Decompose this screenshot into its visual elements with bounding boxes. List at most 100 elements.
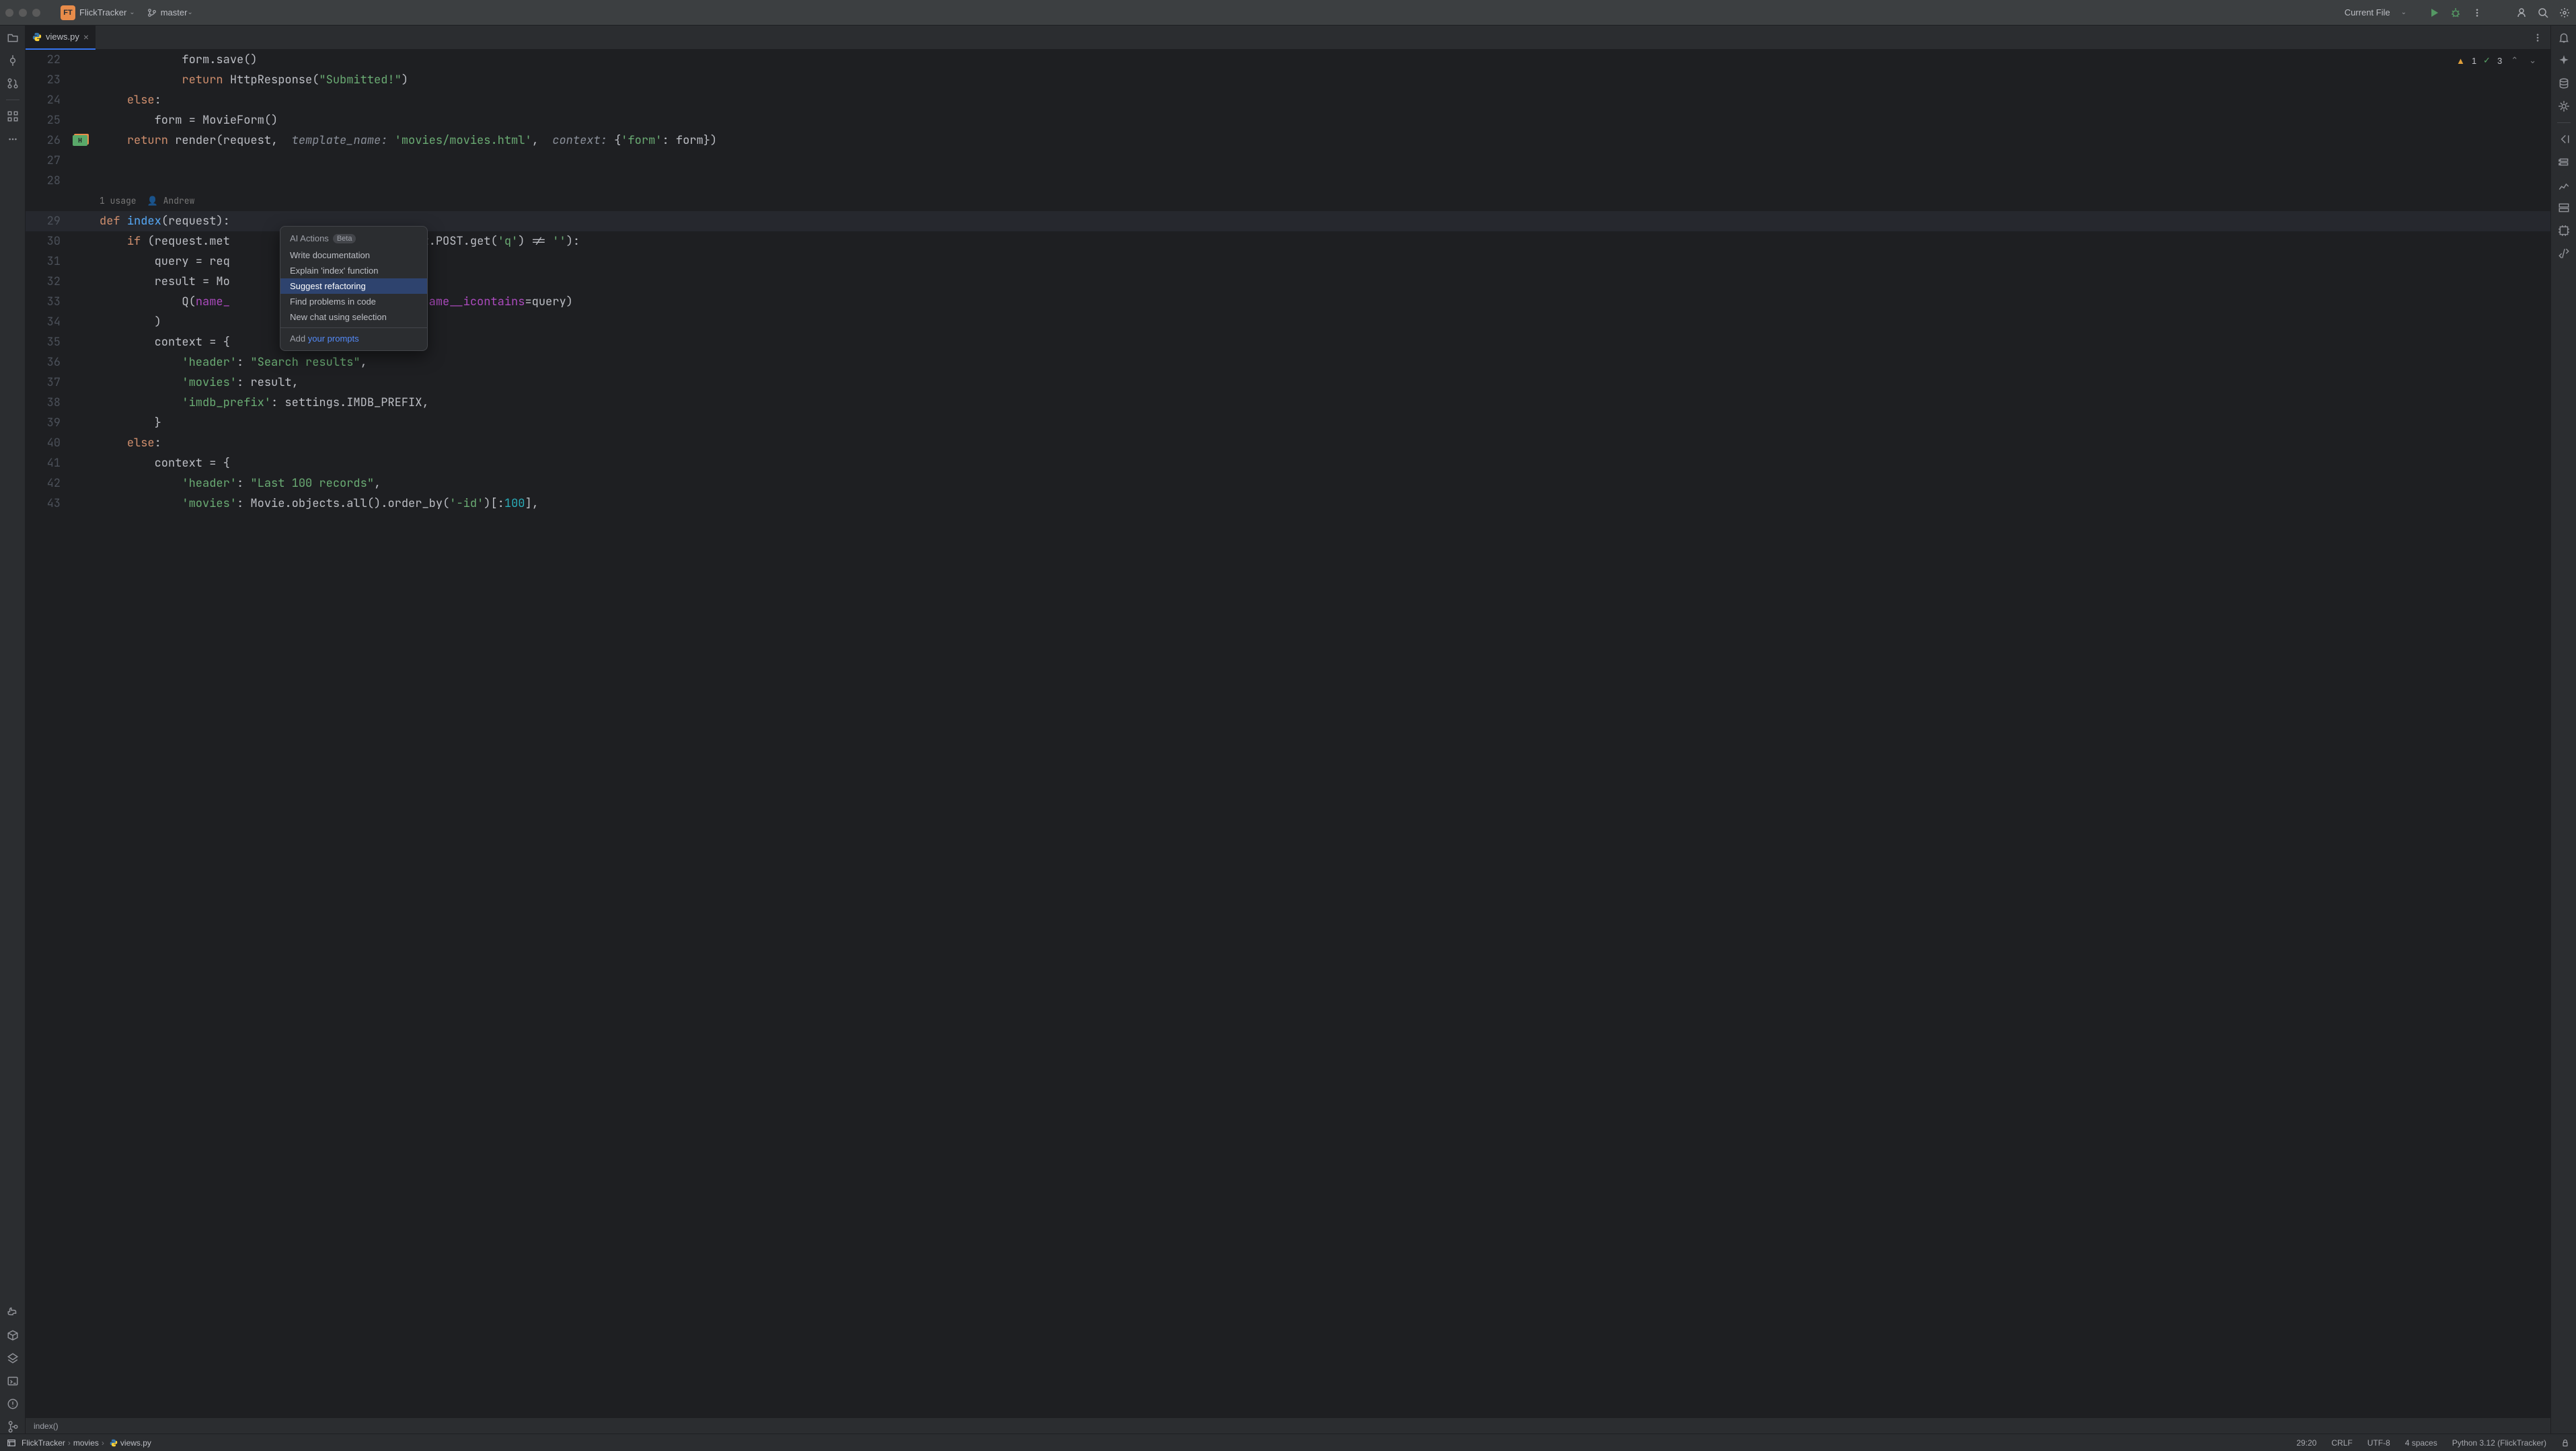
- gutter[interactable]: [73, 211, 100, 231]
- terminal-toolwindow-icon[interactable]: [6, 1374, 20, 1388]
- line-number[interactable]: 41: [26, 453, 73, 473]
- build-icon[interactable]: [2557, 247, 2571, 260]
- code-content[interactable]: else:: [100, 90, 2550, 110]
- search-icon[interactable]: [2537, 7, 2549, 19]
- close-window-button[interactable]: [5, 9, 13, 17]
- line-number[interactable]: 30: [26, 231, 73, 251]
- gutter[interactable]: [73, 494, 100, 514]
- line-number[interactable]: 38: [26, 393, 73, 413]
- code-with-me-icon[interactable]: [2515, 7, 2528, 19]
- line-number[interactable]: 24: [26, 90, 73, 110]
- code-content[interactable]: ): [100, 312, 2550, 332]
- gutter[interactable]: [73, 272, 100, 292]
- code-inlay-hints[interactable]: 1 usage 👤 Andrew: [26, 191, 2550, 211]
- code-content[interactable]: 'movies': Movie.objects.all().order_by('…: [100, 494, 2550, 514]
- code-content[interactable]: }: [100, 413, 2550, 433]
- gutter[interactable]: [73, 413, 100, 433]
- code-content[interactable]: return render(request, template_name: 'm…: [100, 130, 2550, 151]
- author-hint[interactable]: 👤 Andrew: [147, 191, 195, 211]
- line-number[interactable]: 25: [26, 110, 73, 130]
- gutter[interactable]: H: [73, 130, 100, 151]
- line-number[interactable]: 33: [26, 292, 73, 312]
- code-content[interactable]: query = req strip(): [100, 251, 2550, 272]
- line-number[interactable]: 36: [26, 352, 73, 372]
- line-number[interactable]: 35: [26, 332, 73, 352]
- code-content[interactable]: else:: [100, 433, 2550, 453]
- minimize-window-button[interactable]: [19, 9, 27, 17]
- indent-settings[interactable]: 4 spaces: [2405, 1438, 2437, 1448]
- code-content[interactable]: Q(name_ Q(alt_name__icontains=query): [100, 292, 2550, 312]
- gutter[interactable]: [73, 231, 100, 251]
- line-number[interactable]: 34: [26, 312, 73, 332]
- ai-assistant-icon[interactable]: [2557, 54, 2571, 67]
- gutter[interactable]: [73, 332, 100, 352]
- code-line[interactable]: 27: [26, 151, 2550, 171]
- bookmarks-icon[interactable]: [2557, 155, 2571, 169]
- gutter[interactable]: [73, 393, 100, 413]
- python-console-icon[interactable]: [6, 1306, 20, 1319]
- toolwindows-toggle-icon[interactable]: [7, 1438, 16, 1448]
- code-line[interactable]: 26H return render(request, template_name…: [26, 130, 2550, 151]
- code-content[interactable]: form.save(): [100, 50, 2550, 70]
- vcs-branch[interactable]: master: [161, 7, 188, 17]
- code-line[interactable]: 24 else:: [26, 90, 2550, 110]
- line-number[interactable]: 23: [26, 70, 73, 90]
- chevron-down-icon[interactable]: ⌄: [187, 9, 192, 16]
- code-line[interactable]: 38 'imdb_prefix': settings.IMDB_PREFIX,: [26, 393, 2550, 413]
- usages-hint[interactable]: 1 usage: [100, 191, 137, 211]
- more-toolwindows-icon[interactable]: [6, 132, 20, 146]
- chevron-down-icon[interactable]: ⌄: [129, 9, 135, 16]
- line-number[interactable]: 39: [26, 413, 73, 433]
- line-number[interactable]: 29: [26, 211, 73, 231]
- gutter[interactable]: [73, 110, 100, 130]
- structure-toolwindow-icon[interactable]: [6, 110, 20, 123]
- code-content[interactable]: 'header': "Search results",: [100, 352, 2550, 372]
- code-content[interactable]: context = {: [100, 453, 2550, 473]
- project-toolwindow-icon[interactable]: [6, 31, 20, 44]
- line-number[interactable]: 27: [26, 151, 73, 171]
- popup-item-find-problems[interactable]: Find problems in code: [280, 294, 427, 309]
- code-content[interactable]: form = MovieForm(): [100, 110, 2550, 130]
- code-content[interactable]: result = Mo: [100, 272, 2550, 292]
- code-content[interactable]: [100, 151, 2550, 171]
- crumb-project[interactable]: FlickTracker: [22, 1438, 65, 1448]
- gutter[interactable]: [73, 70, 100, 90]
- add-prompts-link[interactable]: your prompts: [308, 334, 359, 344]
- readonly-lock-icon[interactable]: [2561, 1439, 2569, 1447]
- breadcrumb-function[interactable]: index(): [26, 1417, 2550, 1434]
- close-tab-button[interactable]: ×: [83, 32, 89, 42]
- popup-item-new-chat[interactable]: New chat using selection: [280, 309, 427, 325]
- chevron-down-icon[interactable]: ⌄: [2401, 9, 2407, 16]
- code-line[interactable]: 23 return HttpResponse("Submitted!"): [26, 70, 2550, 90]
- gutter[interactable]: [73, 292, 100, 312]
- code-line[interactable]: 36 'header': "Search results",: [26, 352, 2550, 372]
- sciview-icon[interactable]: [2557, 100, 2571, 113]
- gutter[interactable]: [73, 90, 100, 110]
- code-content[interactable]: if (request.met (request.POST.get('q') !…: [100, 231, 2550, 251]
- code-line[interactable]: 43 'movies': Movie.objects.all().order_b…: [26, 494, 2550, 514]
- code-content[interactable]: 'header': "Last 100 records",: [100, 473, 2550, 494]
- code-line[interactable]: 22 form.save(): [26, 50, 2550, 70]
- line-number[interactable]: 37: [26, 372, 73, 393]
- code-content[interactable]: context = {: [100, 332, 2550, 352]
- popup-item-suggest-refactoring[interactable]: Suggest refactoring: [280, 278, 427, 294]
- popup-item-explain-function[interactable]: Explain 'index' function: [280, 263, 427, 278]
- code-line[interactable]: 39 }: [26, 413, 2550, 433]
- version-control-toolwindow-icon[interactable]: [6, 1420, 20, 1434]
- gutter-override-icon[interactable]: H: [73, 135, 87, 146]
- line-number[interactable]: 28: [26, 171, 73, 191]
- code-line[interactable]: 28: [26, 171, 2550, 191]
- gutter[interactable]: [73, 372, 100, 393]
- code-editor[interactable]: ▲ 1 ✓ 3 ⌃ ⌄ 22 form.save()23 return Http…: [26, 50, 2550, 1417]
- code-line[interactable]: 37 'movies': result,: [26, 372, 2550, 393]
- debug-button[interactable]: [2450, 7, 2462, 19]
- code-content[interactable]: return HttpResponse("Submitted!"): [100, 70, 2550, 90]
- cursor-position[interactable]: 29:20: [2296, 1438, 2316, 1448]
- project-badge[interactable]: FT: [61, 5, 75, 20]
- gutter[interactable]: [73, 151, 100, 171]
- gutter[interactable]: [73, 473, 100, 494]
- crumb-file[interactable]: views.py: [120, 1438, 151, 1448]
- gutter[interactable]: [73, 251, 100, 272]
- project-name[interactable]: FlickTracker: [79, 7, 126, 17]
- code-line[interactable]: 40 else:: [26, 433, 2550, 453]
